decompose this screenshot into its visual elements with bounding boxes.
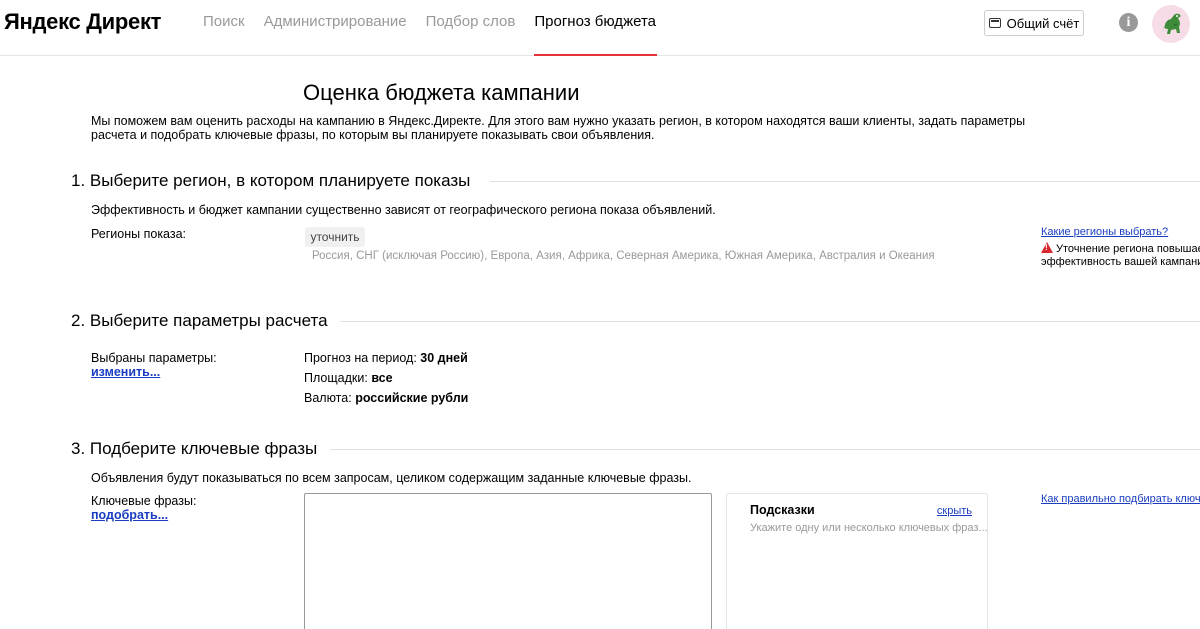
- tab-budget-forecast[interactable]: Прогноз бюджета: [534, 0, 657, 56]
- tab-word-selection[interactable]: Подбор слов: [426, 0, 516, 56]
- platforms-label: Площадки:: [304, 371, 368, 385]
- dinosaur-avatar-icon: [1162, 13, 1181, 34]
- hide-hints-link[interactable]: скрыть: [937, 505, 972, 517]
- warning-text-line2: эффективность вашей кампании.: [1041, 256, 1200, 268]
- change-params-link[interactable]: изменить...: [91, 365, 160, 379]
- intro-text: Мы поможем вам оценить расходы на кампан…: [91, 114, 1026, 142]
- main-nav: Поиск Администрирование Подбор слов Прог…: [203, 0, 675, 56]
- forecast-period: Прогноз на период: 30 дней: [304, 351, 468, 365]
- currency-value: российские рубли: [355, 391, 469, 405]
- pick-keywords-link[interactable]: подобрать...: [91, 508, 168, 522]
- section1-title: 1. Выберите регион, в котором планируете…: [71, 171, 479, 191]
- avatar[interactable]: [1152, 5, 1190, 43]
- section3-title: 3. Подберите ключевые фразы: [71, 439, 326, 459]
- regions-label: Регионы показа:: [91, 227, 187, 241]
- keywords-help-link[interactable]: Как правильно подбирать ключевые: [1041, 493, 1200, 505]
- warning-icon: !: [1041, 242, 1053, 253]
- hints-panel: Подсказки скрыть Укажите одну или нескол…: [726, 493, 988, 629]
- section2-divider: [340, 321, 1200, 322]
- section1-description: Эффективность и бюджет кампании существе…: [91, 203, 716, 217]
- params-label: Выбраны параметры:: [91, 351, 217, 365]
- info-icon[interactable]: i: [1119, 13, 1138, 32]
- keywords-input[interactable]: [304, 493, 712, 629]
- logo[interactable]: Яндекс Директ: [4, 9, 161, 35]
- currency: Валюта: российские рубли: [304, 391, 468, 405]
- regions-list: Россия, СНГ (исключая Россию), Европа, А…: [312, 250, 935, 262]
- refine-regions-button[interactable]: уточнить: [305, 227, 365, 247]
- period-value: 30 дней: [420, 351, 468, 365]
- section3-divider: [330, 449, 1200, 450]
- shared-account-button[interactable]: Общий счёт: [984, 10, 1084, 36]
- warning-text-line1: Уточнение региона повышает: [1056, 243, 1200, 255]
- tab-administration[interactable]: Администрирование: [264, 0, 407, 56]
- section2-title: 2. Выберите параметры расчета: [71, 311, 336, 331]
- wallet-icon: [988, 18, 1001, 28]
- region-warning: ! Уточнение региона повышает эффективност…: [1041, 242, 1200, 269]
- hints-title: Подсказки: [750, 503, 815, 517]
- period-label: Прогноз на период:: [304, 351, 417, 365]
- platforms: Площадки: все: [304, 371, 393, 385]
- page-title: Оценка бюджета кампании: [303, 80, 580, 105]
- top-header: Яндекс Директ Поиск Администрирование По…: [0, 0, 1200, 56]
- which-regions-link[interactable]: Какие регионы выбрать?: [1041, 226, 1168, 238]
- platforms-value: все: [371, 371, 393, 385]
- section3-description: Объявления будут показываться по всем за…: [91, 471, 692, 485]
- currency-label: Валюта:: [304, 391, 352, 405]
- tab-search[interactable]: Поиск: [203, 0, 245, 56]
- section1-divider: [490, 181, 1200, 182]
- shared-account-label: Общий счёт: [1006, 15, 1080, 31]
- hints-placeholder: Укажите одну или несколько ключевых фраз…: [750, 522, 988, 534]
- keywords-label: Ключевые фразы:: [91, 494, 197, 508]
